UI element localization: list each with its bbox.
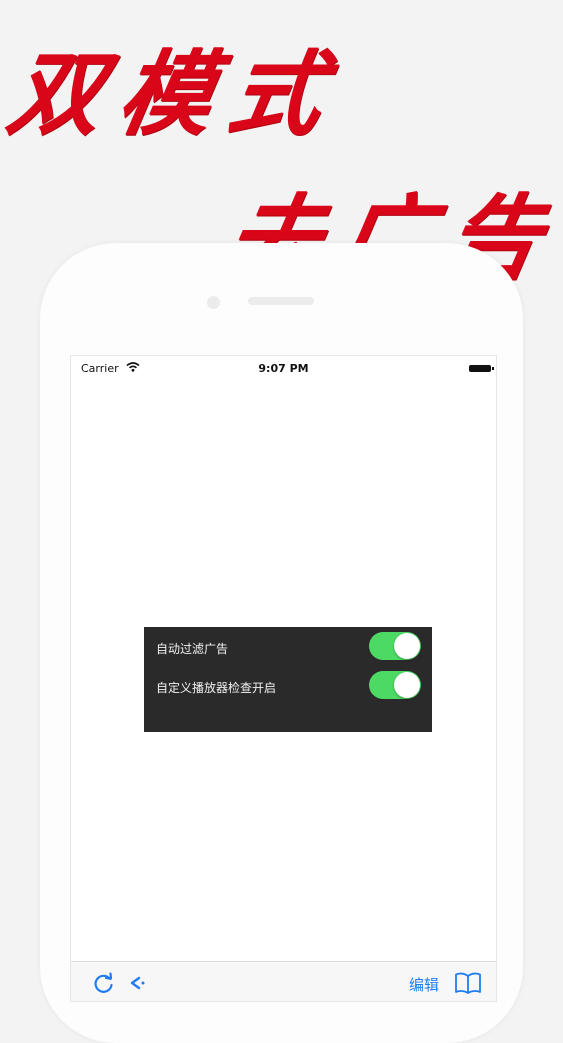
status-bar: Carrier 9:07 PM [71,356,496,380]
front-camera [207,296,220,309]
auto-filter-ads-toggle[interactable] [369,632,421,660]
battery-icon [469,365,494,372]
setting-label: 自定义播放器检查开启 [156,681,277,695]
earpiece-speaker [248,297,314,305]
phone-screen: Carrier 9:07 PM 自动过滤广告 自定义播放器检查开启 编辑 [70,355,497,1002]
toggle-knob [394,672,420,698]
setting-row-custom-player: 自定义播放器检查开启 [144,667,432,703]
back-icon[interactable] [129,972,147,994]
toggle-knob [394,633,420,659]
settings-panel: 自动过滤广告 自定义播放器检查开启 [144,627,432,732]
status-clock: 9:07 PM [258,362,309,375]
setting-row-auto-filter: 自动过滤广告 [144,628,432,664]
setting-label: 自动过滤广告 [156,642,229,656]
edit-button[interactable]: 编辑 [409,974,439,995]
bookmarks-icon[interactable] [454,972,482,994]
custom-player-check-toggle[interactable] [369,671,421,699]
headline-line-1: 双模式 [0,40,350,148]
bottom-toolbar: 编辑 [71,961,496,1001]
refresh-icon[interactable] [93,972,115,994]
